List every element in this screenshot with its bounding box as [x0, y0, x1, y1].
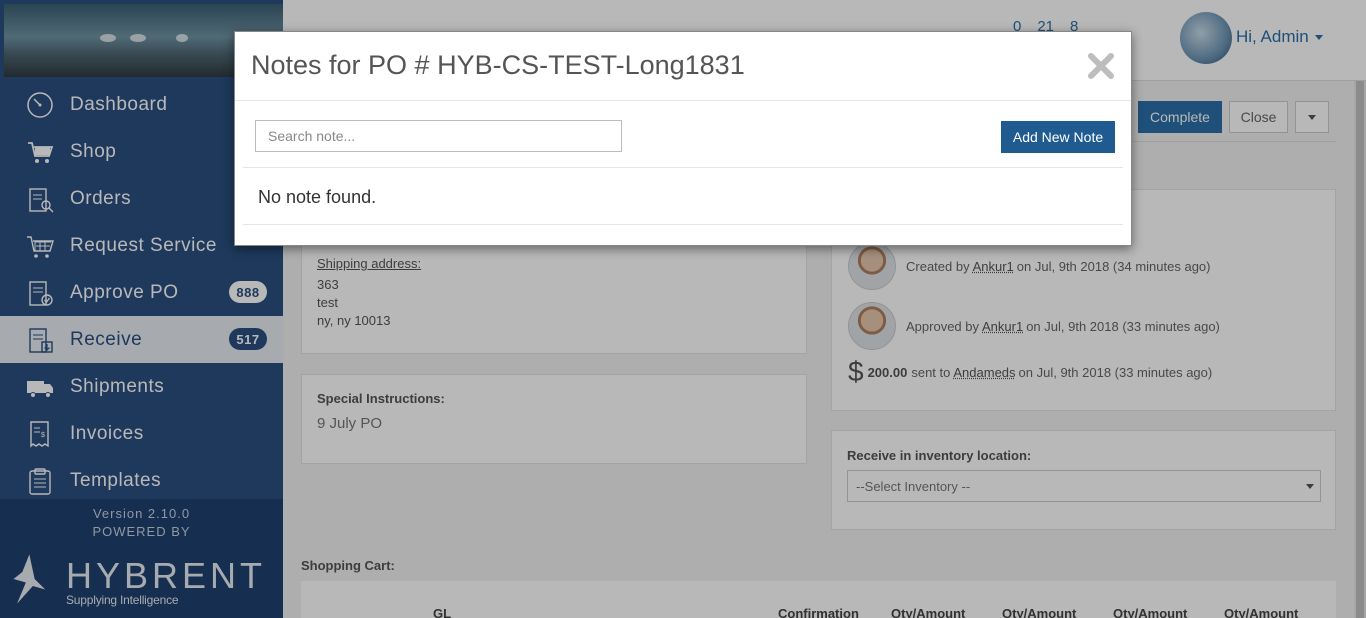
empty-notes-message: No note found. — [258, 187, 377, 207]
modal-divider — [243, 167, 1123, 168]
modal-close-button[interactable] — [1084, 49, 1118, 83]
close-icon — [1088, 53, 1114, 79]
modal-header: Notes for PO # HYB-CS-TEST-Long1831 — [235, 32, 1131, 101]
add-new-note-button[interactable]: Add New Note — [1001, 121, 1115, 153]
search-note-input[interactable] — [255, 120, 622, 152]
modal-divider — [243, 224, 1123, 225]
modal-title: Notes for PO # HYB-CS-TEST-Long1831 — [251, 50, 745, 80]
notes-modal: Notes for PO # HYB-CS-TEST-Long1831 Add … — [234, 31, 1132, 246]
